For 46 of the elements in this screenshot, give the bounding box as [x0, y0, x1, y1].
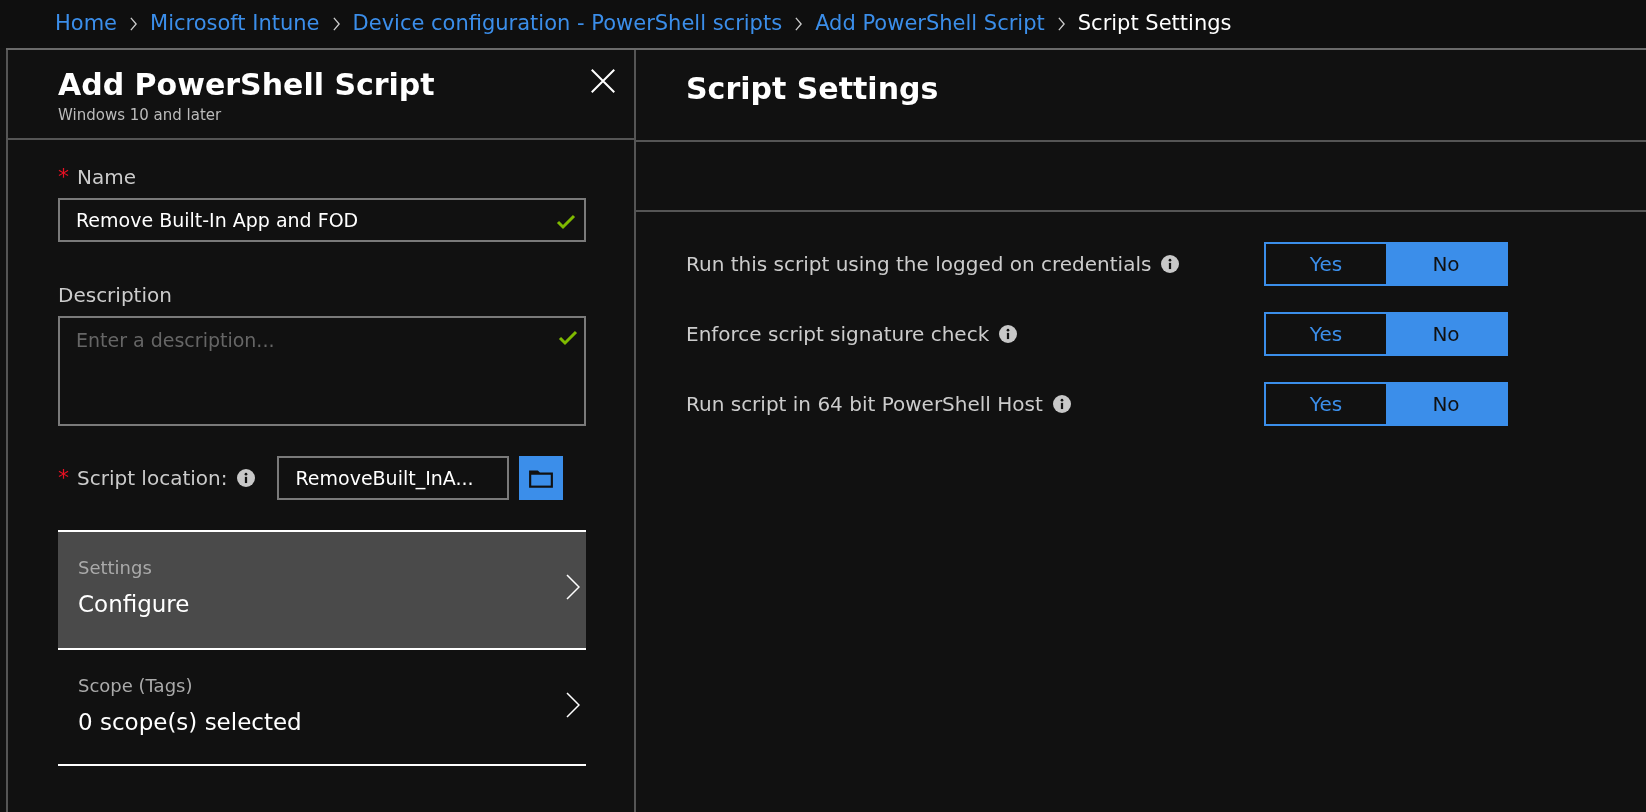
- browse-button[interactable]: [519, 456, 564, 500]
- toggle-option[interactable]: No: [1386, 244, 1506, 284]
- required-asterisk: *: [58, 166, 69, 188]
- info-icon[interactable]: [999, 325, 1018, 343]
- nav-row[interactable]: Scope (Tags) 0 scope(s) selected: [58, 648, 586, 766]
- chevron-icon: [129, 17, 138, 31]
- file-name-field[interactable]: RemoveBuilt_InA...: [277, 456, 510, 500]
- required-asterisk: *: [58, 467, 69, 489]
- chevron-icon: [794, 17, 804, 31]
- blade-title: Script Settings: [686, 70, 940, 108]
- breadcrumb-current: Script Settings: [1077, 10, 1232, 38]
- setting-label: Run script in 64 bit PowerShell Host: [686, 391, 1043, 418]
- chevron-icon: [566, 692, 580, 718]
- yes-no-toggle[interactable]: Yes No: [1264, 382, 1508, 426]
- chevron-icon: [331, 17, 341, 31]
- nav-row[interactable]: Settings Configure: [58, 530, 586, 648]
- setting-label: Enforce script signature check: [686, 321, 990, 348]
- breadcrumb-link[interactable]: Microsoft Intune: [150, 8, 320, 40]
- toggle-option[interactable]: No: [1386, 384, 1506, 424]
- info-icon[interactable]: [1161, 255, 1180, 273]
- field-label: Name: [77, 164, 136, 191]
- name-field[interactable]: Remove Built-In App and FOD: [58, 198, 586, 242]
- yes-no-toggle[interactable]: Yes No: [1264, 242, 1508, 286]
- checkmark-icon: [556, 214, 576, 230]
- info-icon[interactable]: [237, 469, 256, 487]
- setting-label: Run this script using the logged on credentials: [686, 251, 1152, 278]
- folder-icon: [528, 467, 555, 489]
- breadcrumb-link[interactable]: Add PowerShell Script: [815, 8, 1045, 40]
- chevron-icon: [566, 574, 580, 600]
- info-icon[interactable]: [1052, 395, 1071, 413]
- toggle-option[interactable]: No: [1386, 314, 1506, 354]
- row-value: Configure: [78, 590, 191, 619]
- row-label: Settings: [78, 556, 153, 580]
- checkmark-icon: [558, 330, 578, 346]
- row-value: 0 scope(s) selected: [78, 708, 303, 737]
- row-label: Scope (Tags): [78, 674, 194, 698]
- blade-subtitle: Windows 10 and later: [58, 104, 223, 126]
- description-field[interactable]: Enter a description...: [58, 316, 586, 426]
- close-icon[interactable]: [588, 66, 618, 96]
- field-label: Description: [58, 282, 172, 309]
- field-label: Script location:: [77, 465, 228, 492]
- chevron-icon: [1056, 17, 1066, 31]
- blade-title: Add PowerShell Script: [58, 66, 435, 104]
- breadcrumb-link[interactable]: Device configuration - PowerShell scripts: [352, 8, 783, 40]
- yes-no-toggle[interactable]: Yes No: [1264, 312, 1508, 356]
- breadcrumb-link[interactable]: Home: [55, 8, 117, 40]
